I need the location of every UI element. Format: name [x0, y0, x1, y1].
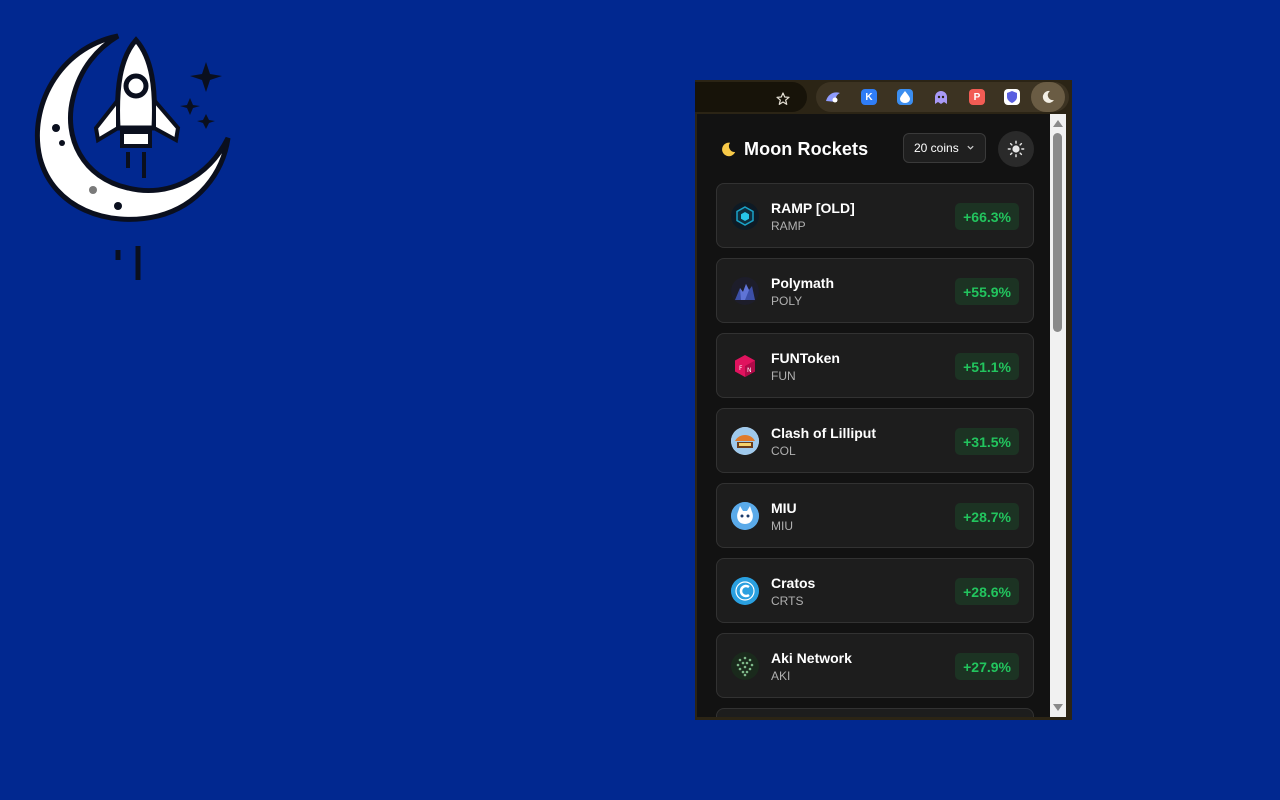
k-extension-icon[interactable]: K	[861, 89, 877, 105]
coin-symbol: COL	[771, 444, 796, 458]
ramp-coin-icon	[731, 202, 759, 230]
price-change-badge: +28.7%	[955, 503, 1019, 530]
title-group: Moon Rockets	[719, 139, 868, 160]
svg-text:N: N	[747, 367, 752, 374]
price-change-badge: +28.6%	[955, 578, 1019, 605]
svg-text:F: F	[739, 365, 743, 372]
price-change-badge: +66.3%	[955, 203, 1019, 230]
coin-card[interactable]: MIU MIU +28.7%	[716, 483, 1034, 548]
coin-name: RAMP [OLD]	[771, 200, 855, 216]
coin-name: Clash of Lilliput	[771, 425, 876, 441]
scroll-up-arrow-icon[interactable]	[1053, 120, 1063, 127]
sun-icon	[1007, 140, 1025, 158]
scroll-down-arrow-icon[interactable]	[1053, 704, 1063, 711]
coin-name: Aki Network	[771, 650, 852, 666]
coin-name: Polymath	[771, 275, 835, 291]
shield-extension-icon[interactable]	[1004, 89, 1020, 105]
popup-scrollbar[interactable]	[1050, 114, 1066, 717]
coin-card[interactable]: Cratos CRTS +28.6%	[716, 558, 1034, 623]
coin-name: FUNToken	[771, 350, 840, 366]
scrollbar-thumb[interactable]	[1053, 133, 1062, 332]
coin-name: MIU	[771, 500, 797, 516]
price-change-badge: +27.9%	[955, 653, 1019, 680]
coin-card[interactable]: RAMP [OLD] RAMP +66.3%	[716, 183, 1034, 248]
coin-symbol: RAMP	[771, 219, 806, 233]
ghost-extension-icon[interactable]	[933, 89, 949, 105]
coin-card[interactable]: FN FUNToken FUN +51.1%	[716, 333, 1034, 398]
miu-coin-icon	[731, 502, 759, 530]
theme-toggle-button[interactable]	[998, 131, 1034, 167]
price-change-badge: +31.5%	[955, 428, 1019, 455]
extensions-tray: K P	[816, 82, 1069, 112]
popup-header: Moon Rockets 20 coins	[697, 114, 1050, 184]
polymath-coin-icon	[731, 277, 759, 305]
coin-symbol: POLY	[771, 294, 803, 308]
extension-popup: Moon Rockets 20 coins RAMP [OLD] RAMP +6…	[697, 114, 1050, 717]
p-extension-icon[interactable]: P	[969, 89, 985, 105]
coin-count-select[interactable]: 20 coins	[903, 133, 986, 163]
bookmark-star-icon[interactable]	[773, 89, 793, 109]
coin-card[interactable]: Polymath POLY +55.9%	[716, 258, 1034, 323]
crescent-moon-icon	[722, 142, 736, 157]
coin-card[interactable]: Clash of Lilliput COL +31.5%	[716, 408, 1034, 473]
browser-toolbar: K P	[695, 80, 1072, 114]
coin-symbol: FUN	[771, 369, 796, 383]
address-bar[interactable]	[695, 82, 807, 112]
drop-extension-icon[interactable]	[897, 89, 913, 105]
popup-frame-bottom	[695, 717, 1072, 720]
coin-card-partial[interactable]	[716, 708, 1034, 717]
coin-symbol: CRTS	[771, 594, 804, 608]
coin-symbol: AKI	[771, 669, 791, 683]
coin-name: Cratos	[771, 575, 816, 591]
price-change-badge: +55.9%	[955, 278, 1019, 305]
coin-card[interactable]: Aki Network AKI +27.9%	[716, 633, 1034, 698]
shark-extension-icon[interactable]	[825, 89, 841, 105]
moon-rocket-logo-icon	[34, 33, 231, 280]
moon-rockets-extension-icon[interactable]	[1031, 82, 1065, 112]
popup-title: Moon Rockets	[744, 139, 869, 159]
coin-count-value: 20 coins	[914, 141, 959, 155]
popup-frame-left	[695, 114, 697, 720]
cratos-coin-icon	[731, 577, 759, 605]
price-change-badge: +51.1%	[955, 353, 1019, 380]
funtoken-coin-icon: FN	[731, 352, 759, 380]
clash-of-lilliput-coin-icon	[731, 427, 759, 455]
coin-list: RAMP [OLD] RAMP +66.3% Polymath POLY +55…	[716, 183, 1034, 717]
coin-symbol: MIU	[771, 519, 793, 533]
chevron-down-icon	[967, 145, 974, 150]
popup-frame-right	[1066, 114, 1072, 720]
aki-network-coin-icon	[731, 652, 759, 680]
